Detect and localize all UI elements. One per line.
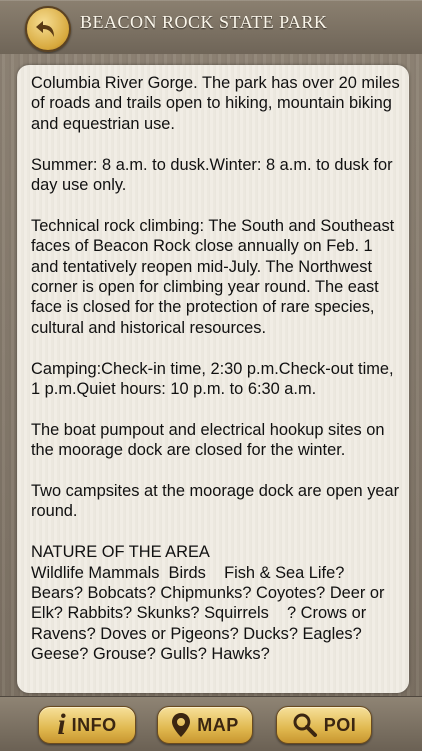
info-button[interactable]: i INFO xyxy=(38,706,136,744)
page-title: BEACON ROCK STATE PARK xyxy=(80,12,328,32)
back-arrow-icon xyxy=(36,21,54,37)
content-card[interactable]: Columbia River Gorge. The park has over … xyxy=(17,65,409,693)
info-icon: i xyxy=(57,708,66,741)
map-button[interactable]: MAP xyxy=(157,706,253,744)
paragraph: Summer: 8 a.m. to dusk.Winter: 8 a.m. to… xyxy=(31,155,398,195)
footer-toolbar: i INFO MAP POI xyxy=(0,696,422,751)
search-icon xyxy=(293,713,317,737)
wood-background: Columbia River Gorge. The park has over … xyxy=(0,54,422,696)
map-button-label: MAP xyxy=(197,714,239,735)
map-pin-icon xyxy=(172,713,191,737)
paragraph: Technical rock climbing: The South and S… xyxy=(31,216,399,337)
poi-button-label: POI xyxy=(323,714,357,735)
info-button-label: INFO xyxy=(71,714,117,735)
paragraph: NATURE OF THE AREA Wildlife Mammals Bird… xyxy=(31,543,385,664)
header-bar: BEACON ROCK STATE PARK xyxy=(0,0,422,55)
paragraph: Camping:Check-in time, 2:30 p.m.Check-ou… xyxy=(31,359,399,399)
back-button[interactable] xyxy=(25,6,71,52)
paragraph: Columbia River Gorge. The park has over … xyxy=(31,74,405,133)
poi-button[interactable]: POI xyxy=(276,706,372,744)
park-description: Columbia River Gorge. The park has over … xyxy=(31,73,401,685)
paragraph: The boat pumpout and electrical hookup s… xyxy=(31,420,390,460)
paragraph: Two campsites at the moorage dock are op… xyxy=(31,482,404,521)
